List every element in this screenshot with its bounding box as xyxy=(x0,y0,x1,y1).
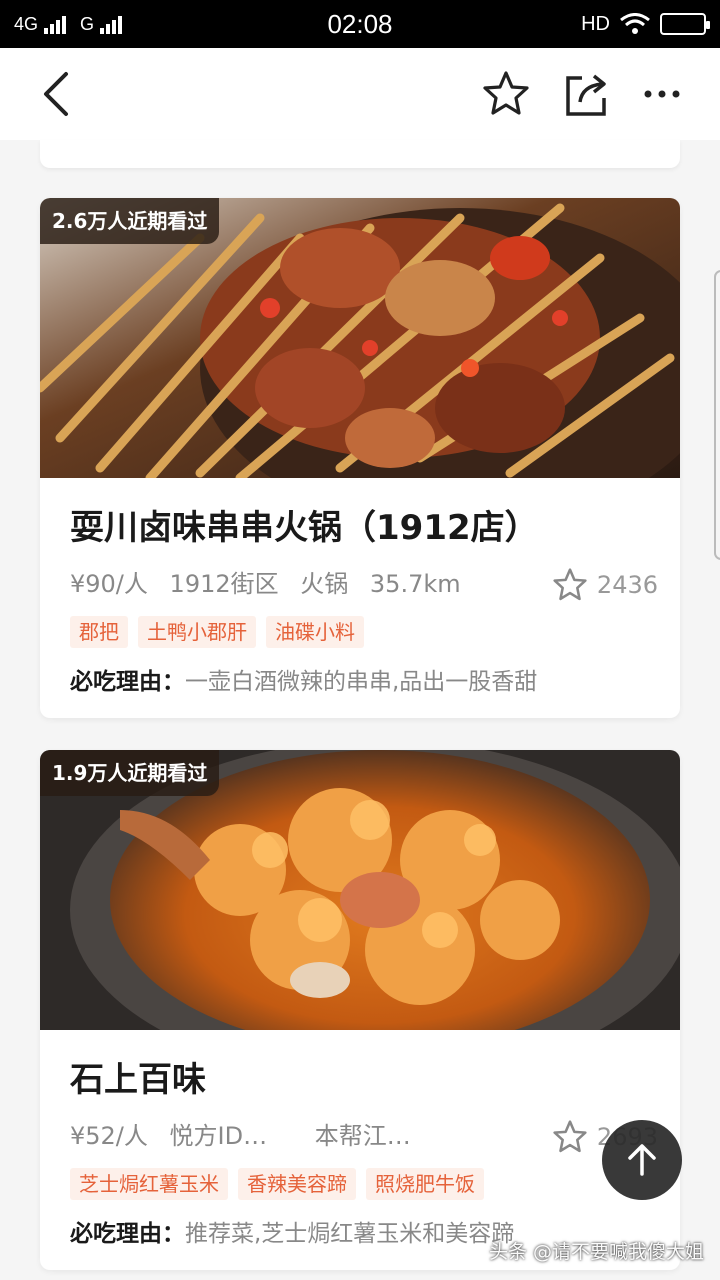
price: ¥90/人 xyxy=(70,570,148,598)
category: 火锅 xyxy=(300,570,349,598)
signal-icon-2 xyxy=(100,14,123,34)
restaurant-photo-skewers[interactable]: 2.6万人近期看过 xyxy=(40,198,680,478)
dish-tags: 芝士焗红薯玉米 香辣美容蹄 照烧肥牛饭 xyxy=(70,1168,650,1200)
reason-label: 必吃理由： xyxy=(70,669,185,695)
back-icon[interactable] xyxy=(32,68,84,120)
network-g-label: G xyxy=(80,13,95,34)
views-badge: 2.6万人近期看过 xyxy=(40,198,220,244)
more-icon[interactable] xyxy=(636,68,688,120)
dish-tag[interactable]: 土鸭小郡肝 xyxy=(138,616,256,648)
favorite-count[interactable]: 2436 xyxy=(551,566,658,604)
category: 本帮江… xyxy=(314,1122,411,1150)
network-4g-label: 4G xyxy=(14,13,39,34)
restaurant-card[interactable]: 1.9万人近期看过 石上百味 ¥52/人 悦方ID… 本帮江… 2693 芝士焗… xyxy=(40,750,680,1270)
star-icon xyxy=(553,1120,587,1153)
status-right: HD xyxy=(581,0,710,48)
dish-tag[interactable]: 香辣美容蹄 xyxy=(238,1168,356,1200)
favorite-star-icon[interactable] xyxy=(480,68,532,120)
watermark: 头条 @请不要喊我傻大姐 xyxy=(488,1241,704,1263)
network-indicators: 4G G xyxy=(14,14,130,35)
wifi-icon xyxy=(620,13,650,34)
restaurant-name: 石上百味 xyxy=(70,1060,206,1100)
side-edge-handle[interactable] xyxy=(714,270,720,560)
battery-icon xyxy=(660,13,710,35)
hd-label: HD xyxy=(581,12,610,35)
card-info: 耍川卤味串串火锅（1912店） ¥90/人 1912街区 火锅 35.7km 2… xyxy=(40,478,680,700)
must-eat-reason: 必吃理由：一壶白酒微辣的串串,品出一股香甜 xyxy=(70,664,650,700)
dish-tag[interactable]: 郡把 xyxy=(70,616,128,648)
reason-label: 必吃理由： xyxy=(70,1221,185,1247)
star-icon xyxy=(553,568,587,601)
restaurant-name: 耍川卤味串串火锅（1912店） xyxy=(70,508,539,548)
price: ¥52/人 xyxy=(70,1122,148,1150)
restaurant-card[interactable]: 2.6万人近期看过 耍川卤味串串火锅（1912店） ¥90/人 1912街区 火… xyxy=(40,198,680,718)
favorite-count-value: 2436 xyxy=(596,571,658,599)
signal-icon xyxy=(44,14,67,34)
area: 1912街区 xyxy=(169,570,279,598)
nav-bar xyxy=(0,48,720,140)
views-badge: 1.9万人近期看过 xyxy=(40,750,220,796)
dish-tag[interactable]: 芝士焗红薯玉米 xyxy=(70,1168,228,1200)
restaurant-photo-crab[interactable]: 1.9万人近期看过 xyxy=(40,750,680,1030)
reason-text: 一壶白酒微辣的串串,品出一股香甜 xyxy=(185,669,538,695)
arrow-up-icon xyxy=(628,1144,656,1176)
scroll-to-top-button[interactable] xyxy=(602,1120,682,1200)
area: 悦方ID… xyxy=(169,1122,268,1150)
share-icon[interactable] xyxy=(560,68,612,120)
status-bar: 4G G 02:08 HD xyxy=(0,0,720,48)
distance: 35.7km xyxy=(369,570,461,598)
card-info: 石上百味 ¥52/人 悦方ID… 本帮江… 2693 芝士焗红薯玉米 香辣美容蹄… xyxy=(40,1030,680,1252)
dish-tag[interactable]: 照烧肥牛饭 xyxy=(366,1168,484,1200)
dish-tags: 郡把 土鸭小郡肝 油碟小料 xyxy=(70,616,650,648)
dish-tag[interactable]: 油碟小料 xyxy=(266,616,364,648)
reason-text: 推荐菜,芝士焗红薯玉米和美容蹄 xyxy=(185,1221,515,1247)
previous-card-bottom[interactable] xyxy=(40,140,680,168)
